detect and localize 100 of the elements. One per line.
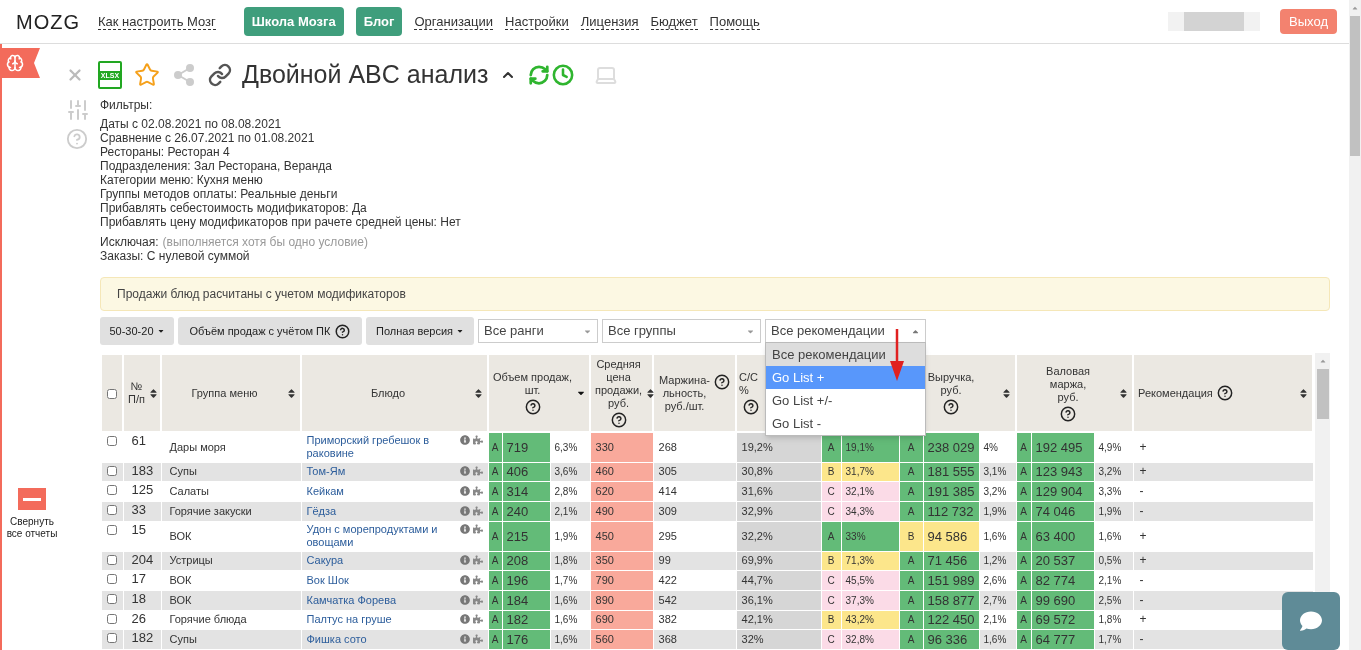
page-scrollbar[interactable] — [1349, 0, 1361, 650]
header-label: Маржина- льность, руб./шт. — [659, 373, 710, 413]
sort-icon[interactable] — [1299, 387, 1309, 399]
table-cell: Горячие закуски — [161, 501, 301, 522]
puzzle-icon[interactable] — [472, 435, 483, 446]
table-cell: 542 — [653, 590, 737, 611]
checkbox[interactable] — [107, 574, 117, 585]
collapse-all-button[interactable]: Свернуть все отчеты — [6, 488, 58, 540]
info-icon[interactable] — [459, 614, 470, 625]
toolbar-button[interactable]: 50-30-20 — [100, 317, 174, 345]
puzzle-icon[interactable] — [472, 575, 483, 586]
checkbox[interactable] — [107, 388, 117, 399]
select-field[interactable]: Все ранги — [478, 319, 598, 343]
sort-icon[interactable] — [287, 387, 296, 399]
help-icon[interactable] — [610, 412, 627, 428]
dish-link[interactable]: Кейкам — [306, 485, 344, 499]
puzzle-icon[interactable] — [472, 634, 483, 645]
link-icon[interactable] — [208, 63, 232, 87]
nav-link[interactable]: Помощь — [709, 13, 760, 30]
puzzle-icon[interactable] — [472, 614, 483, 625]
sort-icon[interactable] — [474, 387, 483, 399]
table-cell: 63 400 — [1031, 521, 1095, 552]
chat-button[interactable] — [1282, 592, 1340, 650]
dish-link[interactable]: Сакура — [306, 554, 344, 568]
info-icon[interactable] — [459, 555, 470, 566]
help-icon[interactable] — [1060, 405, 1077, 422]
info-icon[interactable] — [459, 486, 470, 497]
nav-link[interactable]: Организации — [414, 13, 494, 30]
puzzle-icon[interactable] — [472, 466, 483, 477]
info-icon[interactable] — [459, 524, 470, 535]
info-icon[interactable] — [459, 505, 470, 516]
table-cell: 382 — [653, 610, 737, 630]
help-icon[interactable] — [713, 373, 730, 390]
notice-banner: Продажи блюд расчитаны с учетом модификаторов — [100, 277, 1330, 311]
table-cell: 99 — [653, 551, 737, 571]
caret-icon — [156, 327, 165, 335]
help-icon[interactable] — [524, 399, 541, 415]
table-cell: Устрицы — [161, 551, 301, 571]
table-cell: Горячие блюда — [161, 610, 301, 630]
puzzle-icon[interactable] — [472, 524, 483, 535]
scroll-up-icon[interactable] — [1351, 4, 1359, 12]
info-icon[interactable] — [459, 466, 470, 477]
sort-icon[interactable] — [1119, 387, 1129, 399]
help-icon[interactable] — [943, 399, 960, 415]
sort-icon[interactable] — [646, 387, 656, 399]
star-icon[interactable] — [134, 62, 160, 88]
sort-icon[interactable] — [1002, 387, 1012, 399]
minus-icon — [18, 488, 46, 510]
nav-link[interactable]: Как настроить Мозг — [98, 13, 216, 30]
table-cell: 33% — [841, 521, 900, 552]
select-field[interactable]: Все группы — [602, 319, 761, 343]
clock-icon[interactable] — [552, 64, 575, 86]
toolbar-button[interactable]: Объём продаж с учётом ПК — [178, 317, 362, 345]
brain-icon — [6, 54, 24, 72]
nav-link[interactable]: Бюджет — [650, 13, 698, 30]
checkbox[interactable] — [107, 436, 117, 446]
checkbox[interactable] — [107, 633, 117, 644]
puzzle-icon[interactable] — [472, 594, 483, 605]
puzzle-icon[interactable] — [472, 505, 483, 516]
table-cell: - — [1133, 501, 1314, 522]
checkbox[interactable] — [107, 485, 117, 496]
table-cell: 238 029 — [923, 432, 980, 463]
dropdown-option[interactable]: Go List +/- — [766, 389, 925, 412]
info-icon[interactable] — [459, 594, 470, 605]
info-icon[interactable] — [459, 435, 470, 446]
refresh-icon[interactable] — [528, 64, 551, 86]
select-field[interactable]: Все рекомендации — [765, 319, 926, 343]
table-cell: 192 495 — [1031, 432, 1095, 463]
dish-link[interactable]: Вок Шок — [306, 574, 349, 588]
scrollbar-thumb[interactable] — [1316, 369, 1329, 419]
info-icon[interactable] — [459, 634, 470, 645]
table-cell: 182 — [123, 629, 161, 650]
checkbox[interactable] — [107, 524, 117, 535]
dish-link[interactable]: Том-Ям — [306, 465, 346, 479]
dropdown-option[interactable]: Go List - — [766, 412, 925, 435]
sort-icon[interactable] — [148, 387, 158, 399]
table-cell: 368 — [653, 629, 737, 650]
nav-link[interactable]: Лицензия — [580, 13, 639, 30]
checkbox[interactable] — [107, 613, 117, 624]
dish-link[interactable]: Гёдза — [306, 504, 337, 518]
header-label: С/С % — [739, 371, 758, 397]
checkbox[interactable] — [107, 554, 117, 565]
checkbox[interactable] — [107, 593, 117, 604]
help-icon[interactable] — [743, 399, 760, 415]
info-icon[interactable] — [459, 575, 470, 586]
logo[interactable]: MOZG — [16, 6, 98, 37]
report-ribbon[interactable] — [0, 48, 40, 78]
table-cell: 204 — [123, 551, 161, 571]
dropdown-option[interactable]: Все рекомендации — [766, 343, 925, 366]
help-icon — [335, 323, 351, 339]
puzzle-icon[interactable] — [472, 555, 483, 566]
scrollbar-thumb[interactable] — [1350, 16, 1360, 156]
checkbox[interactable] — [107, 465, 117, 476]
filter-line: Сравнение с 26.07.2021 по 01.08.2021 — [100, 131, 316, 145]
nav-link[interactable]: Настройки — [505, 13, 569, 30]
help-icon[interactable] — [1216, 385, 1233, 401]
puzzle-icon[interactable] — [472, 486, 483, 497]
checkbox[interactable] — [107, 504, 117, 515]
toolbar-button[interactable]: Полная версия — [366, 317, 474, 345]
table-cell: Супы — [161, 462, 301, 482]
